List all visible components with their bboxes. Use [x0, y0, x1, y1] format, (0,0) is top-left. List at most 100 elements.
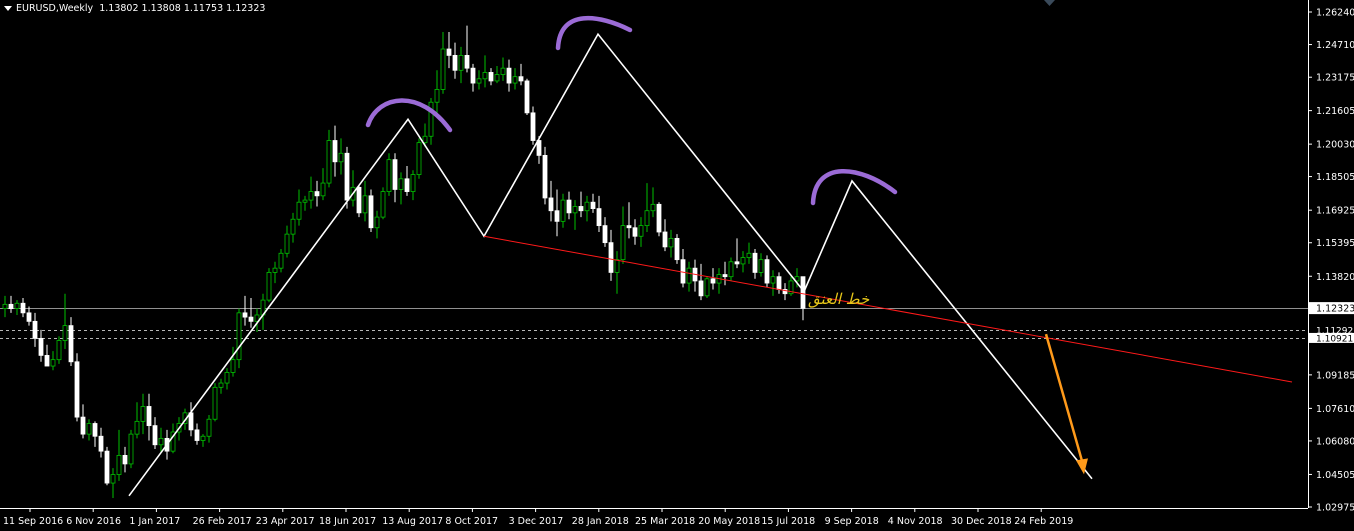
candle-body [614, 259, 620, 273]
candle-body [368, 195, 374, 229]
candle-body [404, 178, 410, 192]
candle-body [758, 259, 764, 273]
candle-body [104, 450, 110, 484]
candle-body [296, 201, 302, 220]
candle-body [434, 89, 440, 103]
candle-body [236, 312, 242, 361]
x-tick-label: 15 Jul 2018 [761, 516, 815, 527]
y-tick-label: 1.21605 [1316, 106, 1354, 117]
candle-body [278, 252, 284, 269]
candle-body [464, 55, 470, 69]
candle-body [500, 67, 506, 75]
candle-body [566, 199, 572, 214]
candle-body [470, 67, 476, 84]
x-tick-label: 23 Apr 2017 [256, 516, 315, 527]
candle-body [530, 112, 536, 141]
x-tick-label: 24 Feb 2019 [1014, 516, 1073, 527]
candle-body [764, 259, 770, 284]
candle-body [344, 152, 350, 201]
x-tick-label: 13 Aug 2017 [382, 516, 443, 527]
candle-body [266, 272, 272, 301]
candle-body [752, 252, 758, 273]
candle-body [494, 74, 500, 82]
candle-body [446, 48, 452, 56]
candle-body [506, 67, 512, 84]
candle-body [320, 182, 326, 197]
candle-body [290, 218, 296, 235]
candle-body [110, 474, 116, 484]
candle-body [2, 303, 8, 309]
candle-body [128, 433, 134, 465]
candle-body [722, 274, 728, 278]
candle-body [662, 231, 668, 248]
y-tick-label: 1.04505 [1316, 470, 1354, 481]
candle-body [542, 155, 548, 199]
candle-body [656, 203, 662, 233]
candles-layer [2, 25, 806, 498]
time-axis: 11 Sep 2016 6 Nov 2016 1 Jan 2017 26 Feb 20… [3, 508, 1073, 527]
candle-body [230, 359, 236, 373]
candle-body [620, 225, 626, 261]
candle-body [482, 72, 488, 80]
candle-body [374, 216, 380, 229]
candle-body [668, 237, 674, 248]
candle-body [314, 191, 320, 197]
candle-body [32, 320, 38, 339]
candle-body [62, 325, 68, 341]
candle-body [218, 382, 224, 388]
neckline-line [483, 235, 1293, 383]
y-tick-label: 1.20030 [1316, 140, 1354, 151]
candle-body [242, 312, 248, 318]
y-tick-label: 1.06080 [1316, 436, 1354, 447]
candlestick-chart[interactable]: 1.26240 1.24710 1.23175 1.21605 1.20030 1.185… [0, 0, 1354, 531]
candle-body [488, 72, 494, 82]
left-shoulder-mark-icon [365, 98, 453, 133]
candle-body [44, 355, 50, 367]
y-tick-label: 1.18505 [1316, 172, 1354, 183]
candle-body [146, 406, 152, 427]
candle-body [776, 276, 782, 290]
candle-body [572, 206, 578, 214]
candle-body [122, 455, 128, 465]
candle-body [596, 208, 602, 227]
neckline-label: خط العنق [808, 290, 870, 308]
candle-body [338, 152, 344, 163]
candle-body [194, 429, 200, 441]
y-tick-label: 1.02975 [1316, 503, 1354, 514]
x-tick-label: 26 Feb 2017 [193, 516, 252, 527]
x-tick-label: 9 Sep 2018 [825, 516, 879, 527]
candle-body [116, 455, 122, 475]
candle-body [50, 359, 56, 367]
y-tick-label: 1.16925 [1316, 206, 1354, 217]
x-tick-label: 28 Jan 2018 [572, 516, 629, 527]
candle-body [512, 76, 518, 84]
candle-body [206, 418, 212, 437]
candle-body [578, 206, 584, 212]
candle-body [398, 178, 404, 190]
x-tick-label: 18 Jun 2017 [319, 516, 376, 527]
candle-body [602, 225, 608, 244]
candle-body [560, 199, 566, 222]
candle-body [554, 210, 560, 222]
candle-body [452, 55, 458, 71]
dashed-level-label: 1.10921 [1316, 334, 1353, 344]
candle-body [134, 420, 140, 435]
candle-body [632, 227, 638, 237]
candle-body [734, 261, 740, 265]
candle-body [74, 361, 80, 418]
x-tick-label: 8 Oct 2017 [445, 516, 498, 527]
candle-body [770, 276, 776, 284]
y-tick-label: 1.07610 [1316, 404, 1354, 415]
candle-body [380, 191, 386, 218]
x-tick-label: 20 May 2018 [698, 516, 760, 527]
x-tick-label: 3 Dec 2017 [509, 516, 564, 527]
candle-body [608, 242, 614, 273]
candle-body [188, 412, 194, 431]
candle-body [98, 435, 104, 452]
candle-body [728, 261, 734, 278]
candle-body [38, 337, 44, 356]
candle-body [248, 316, 254, 322]
x-tick-label: 4 Nov 2018 [888, 516, 943, 527]
candle-body [308, 191, 314, 201]
candle-body [8, 303, 14, 309]
